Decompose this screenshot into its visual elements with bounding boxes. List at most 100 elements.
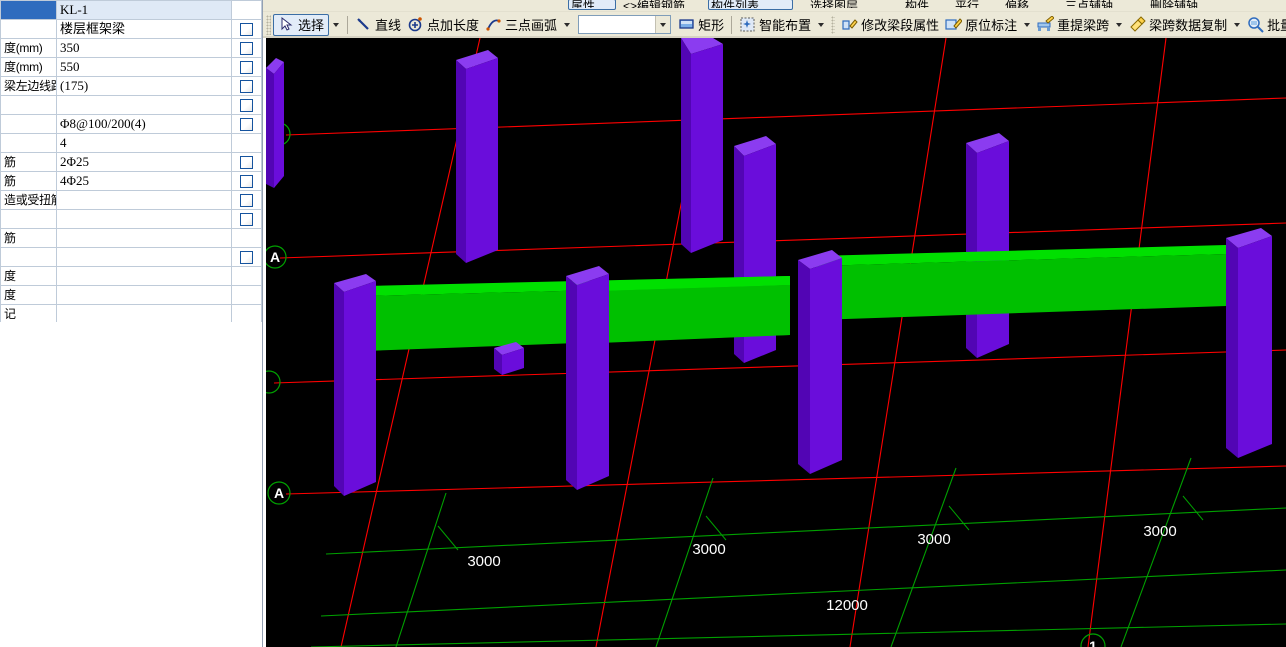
property-row[interactable] [0,209,262,229]
property-value: 4Φ25 [60,173,90,188]
property-row[interactable]: 度(mm) 550 [0,57,262,77]
property-panel-empty-area [0,322,262,647]
property-checkbox[interactable] [240,117,253,131]
toolbar-button-straight-line[interactable]: 直线 [352,14,404,36]
toolbar-clipped-item[interactable]: 属性 [568,0,616,10]
property-checkbox-cell[interactable] [231,171,262,191]
property-checkbox-cell[interactable] [231,76,262,96]
property-checkbox-cell[interactable] [231,247,262,267]
property-value-cell[interactable]: 550 [56,57,232,77]
toolbar-combo-box[interactable] [578,15,672,34]
property-value-cell[interactable] [56,190,232,210]
toolbar-button-label: 梁跨数据复制 [1149,18,1228,33]
property-value-cell[interactable] [56,285,232,305]
property-row[interactable]: 筋 [0,228,262,248]
property-checkbox[interactable] [240,155,253,169]
property-checkbox[interactable] [240,98,253,112]
chevron-down-icon[interactable] [655,16,671,33]
toolbar-button-in-place-annotation[interactable]: 原位标注 [942,14,1020,36]
property-value-cell[interactable] [56,304,232,324]
property-row[interactable]: 度(mm) 350 [0,38,262,58]
property-checkbox[interactable] [240,60,253,74]
3d-model-viewport[interactable]: DAA1 [266,38,1286,647]
panel-splitter[interactable] [262,0,263,647]
property-value-cell[interactable]: 4 [56,133,232,153]
toolbar-clipped-item[interactable]: <>编辑钢筋 [621,0,701,11]
toolbar-button-edit-beam-segment[interactable]: 修改梁段属性 [838,14,942,36]
property-checkbox-cell[interactable] [231,114,262,134]
property-value-cell[interactable] [56,209,232,229]
property-label-cell [0,133,57,153]
property-label: 筋 [4,173,16,188]
property-checkbox[interactable] [240,250,253,264]
property-checkbox-cell[interactable] [231,209,262,229]
property-row[interactable]: 楼层框架梁 [0,19,262,39]
property-value-cell[interactable]: KL-1 [56,0,232,20]
property-row[interactable]: 造或受扭筋 [0,190,262,210]
toolbar-clipped-item[interactable]: 三点辅轴 [1063,0,1135,11]
toolbar-button-copy-span-data[interactable]: 梁跨数据复制 [1126,14,1230,36]
toolbar-clipped-item[interactable]: 构件列表 [708,0,793,10]
property-value-cell[interactable] [56,228,232,248]
property-value-cell[interactable]: (175) [56,76,232,96]
property-row[interactable]: KL-1 [0,0,262,20]
toolbar-clipped-item[interactable]: 选择图层 [808,0,880,11]
property-checkbox-cell[interactable] [231,95,262,115]
property-row[interactable] [0,247,262,267]
toolbar-dropdown-arrow-three-point-arc[interactable] [564,22,571,27]
property-checkbox[interactable] [240,22,253,36]
toolbar-button-three-point-arc[interactable]: 三点画弧 [482,14,560,36]
property-row[interactable]: 梁左边线距 (175) [0,76,262,96]
toolbar-button-select[interactable]: 选择 [273,13,330,36]
toolbar-dropdown-arrow-smart-layout[interactable] [818,22,825,27]
property-row[interactable]: 度 [0,266,262,286]
property-value: 4 [60,135,67,150]
toolbar-grip[interactable] [266,14,271,35]
property-checkbox[interactable] [240,193,253,207]
property-row[interactable]: 记 [0,304,262,324]
property-checkbox-cell[interactable] [231,190,262,210]
property-checkbox[interactable] [240,79,253,93]
property-value-cell[interactable] [56,95,232,115]
arc-icon [485,16,502,33]
property-checkbox[interactable] [240,174,253,188]
property-row[interactable]: 度 [0,285,262,305]
toolbar-button-smart-layout[interactable]: 智能布置 [736,14,814,36]
property-checkbox[interactable] [240,41,253,55]
property-checkbox-cell[interactable] [231,38,262,58]
toolbar-dropdown-arrow-select[interactable] [333,22,340,27]
property-label: 筋 [4,154,16,169]
toolbar-clipped-item[interactable]: 平行 [953,0,995,11]
toolbar-dropdown-arrow-in-place-annotation[interactable] [1024,22,1031,27]
toolbar-button-re-extract-span[interactable]: 重提梁跨 [1034,14,1112,36]
property-checkbox[interactable] [240,212,253,226]
property-row[interactable] [0,95,262,115]
property-value-cell[interactable]: 楼层框架梁 [56,19,232,39]
toolbar-clipped-item[interactable]: 删除辅轴 [1148,0,1220,11]
property-checkbox-cell[interactable] [231,152,262,172]
toolbar-clipped-label: 偏移 [1005,0,1030,8]
toolbar-button-point-add-length[interactable]: 点加长度 [404,14,482,36]
property-value-cell[interactable]: 2Φ25 [56,152,232,172]
toolbar-dropdown-arrow-re-extract-span[interactable] [1116,22,1123,27]
property-row[interactable]: 筋 2Φ25 [0,152,262,172]
toolbar-dropdown-arrow-copy-span-data[interactable] [1234,22,1241,27]
property-value-cell[interactable]: Φ8@100/200(4) [56,114,232,134]
property-value-cell[interactable] [56,266,232,286]
property-checkbox-cell[interactable] [231,19,262,39]
property-label-cell [0,114,57,134]
property-label: 筋 [4,230,16,245]
property-row[interactable]: 筋 4Φ25 [0,171,262,191]
axis-marker-circle[interactable] [266,370,281,394]
property-row[interactable]: Φ8@100/200(4) [0,114,262,134]
toolbar-clipped-item[interactable]: 构件 [903,0,945,11]
property-value-cell[interactable]: 350 [56,38,232,58]
property-row[interactable]: 4 [0,133,262,153]
property-value-cell[interactable] [56,247,232,267]
toolbar-button-rectangle[interactable]: 矩形 [675,14,727,36]
toolbar-clipped-item[interactable]: 偏移 [1003,0,1045,11]
property-checkbox-cell[interactable] [231,57,262,77]
property-value-cell[interactable]: 4Φ25 [56,171,232,191]
toolbar-button-label: 点加长度 [427,18,480,33]
toolbar-button-batch-recognize[interactable]: 批量识别梁支座 [1244,14,1286,36]
